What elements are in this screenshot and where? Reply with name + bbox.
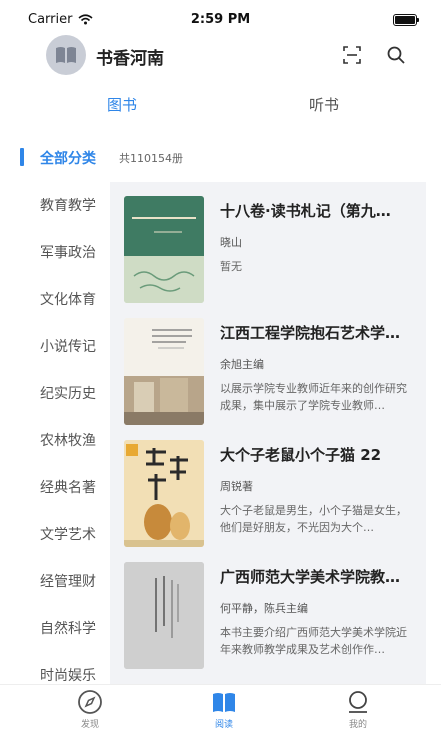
tab-label: 发现 [80, 720, 99, 730]
sidebar-item-label: 文学艺术 [40, 527, 96, 543]
tab-reading[interactable]: 阅读 [194, 689, 254, 730]
book-title[interactable]: 大个子老鼠小个子猫 22 [220, 444, 420, 465]
sidebar-item-fiction[interactable]: 小说传记 [0, 330, 110, 360]
content-tabs: 图书 听书 [0, 90, 441, 120]
app-title: 书香河南 [96, 49, 164, 69]
sidebar-item-science[interactable]: 自然科学 [0, 612, 110, 642]
sidebar-item-military[interactable]: 军事政治 [0, 236, 110, 266]
battery-icon [393, 14, 419, 26]
tab-books[interactable]: 图书 [107, 94, 137, 115]
tab-mine[interactable]: 我的 [328, 689, 388, 730]
sidebar-item-label: 军事政治 [40, 245, 96, 261]
book-title[interactable]: 广西师范大学美术学院教… [220, 566, 420, 587]
book-author: 晓山 [220, 236, 242, 249]
profile-icon [349, 691, 367, 713]
bottom-tab-bar: 发现 阅读 我的 [0, 684, 441, 753]
cover-art [124, 196, 204, 303]
cover-art [124, 562, 204, 669]
cover-art [124, 318, 204, 425]
compass-icon [78, 690, 102, 714]
search-icon[interactable] [386, 45, 406, 65]
sidebar-item-finance[interactable]: 经管理财 [0, 565, 110, 595]
book-item[interactable]: 大个子老鼠小个子猫 22 周锐著 大个子老鼠是男生，小个子猫是女生，他们是好朋友… [110, 426, 426, 547]
sidebar-item-label: 教育教学 [40, 198, 96, 214]
book-cover[interactable] [124, 440, 204, 547]
sidebar-item-label: 经典名著 [40, 480, 96, 496]
book-author: 周锐著 [220, 480, 253, 493]
sidebar-item-label: 自然科学 [40, 621, 96, 637]
book-description: 本书主要介绍广西师范大学美术学院近年来教师教学成果及艺术创作作… [220, 626, 407, 656]
sidebar-item-classics[interactable]: 经典名著 [0, 471, 110, 501]
sidebar-item-label: 小说传记 [40, 339, 96, 355]
book-item[interactable]: 广西师范大学美术学院教… 何平静，陈兵主编 本书主要介绍广西师范大学美术学院近年… [110, 548, 426, 669]
app-header: 书香河南 [0, 33, 441, 77]
book-author: 余旭主编 [220, 358, 264, 371]
book-cover[interactable] [124, 318, 204, 425]
sidebar-item-label: 农林牧渔 [40, 433, 96, 449]
tab-label: 阅读 [214, 720, 233, 730]
book-count: 共110154册 [119, 152, 183, 165]
sidebar-item-label: 纪实历史 [40, 386, 96, 402]
book-title[interactable]: 十八卷·读书札记（第九… [220, 200, 420, 221]
sidebar-item-all[interactable]: 全部分类 [0, 142, 110, 172]
cover-art [124, 440, 204, 547]
book-description: 大个子老鼠是男生，小个子猫是女生，他们是好朋友，不光因为大个… [220, 504, 407, 534]
book-cover[interactable] [124, 562, 204, 669]
sidebar-item-culture[interactable]: 文化体育 [0, 283, 110, 313]
sidebar-item-history[interactable]: 纪实历史 [0, 377, 110, 407]
category-sidebar: 全部分类 教育教学 军事政治 文化体育 小说传记 纪实历史 农林牧渔 经典名著 … [0, 135, 110, 685]
book-item[interactable]: 十八卷·读书札记（第九… 晓山 暂无 [110, 182, 426, 303]
sidebar-item-literature[interactable]: 文学艺术 [0, 518, 110, 548]
status-time: 2:59 PM [190, 12, 251, 27]
book-item[interactable]: 江西工程学院抱石艺术学… 余旭主编 以展示学院专业教师近年来的创作研究成果，集中… [110, 304, 426, 425]
avatar[interactable] [46, 35, 86, 75]
tab-label: 我的 [348, 720, 367, 730]
book-description: 暂无 [220, 260, 242, 273]
sidebar-item-label: 文化体育 [40, 292, 96, 308]
scan-icon[interactable] [342, 45, 362, 65]
tab-audiobooks[interactable]: 听书 [309, 94, 339, 115]
sidebar-item-education[interactable]: 教育教学 [0, 189, 110, 219]
sidebar-item-label: 经管理财 [40, 574, 96, 590]
book-title[interactable]: 江西工程学院抱石艺术学… [220, 322, 420, 343]
sidebar-item-label: 全部分类 [40, 151, 96, 167]
tab-discover[interactable]: 发现 [60, 689, 120, 730]
book-cover[interactable] [124, 196, 204, 303]
sidebar-item-agriculture[interactable]: 农林牧渔 [0, 424, 110, 454]
book-author: 何平静，陈兵主编 [220, 602, 308, 615]
open-book-icon [213, 693, 235, 712]
book-logo-icon [56, 47, 76, 63]
sidebar-item-label: 时尚娱乐 [40, 668, 96, 684]
book-list: 十八卷·读书札记（第九… 晓山 暂无 江西工程学院抱石艺术学… 余旭主编 以展示… [110, 182, 426, 684]
book-description: 以展示学院专业教师近年来的创作研究成果，集中展示了学院专业教师… [220, 382, 407, 412]
